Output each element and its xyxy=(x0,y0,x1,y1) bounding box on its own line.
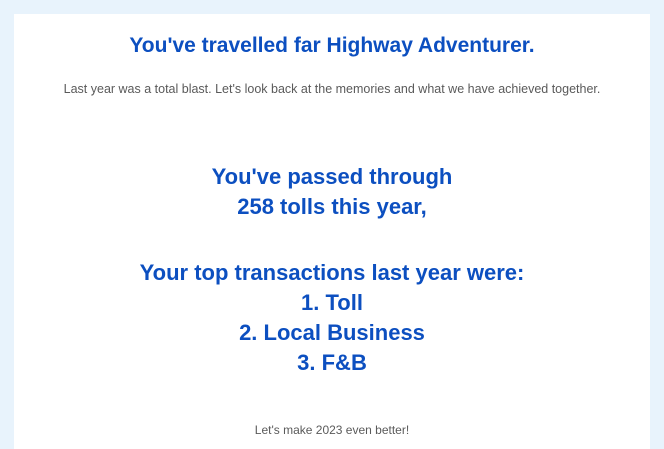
intro-text: Last year was a total blast. Let's look … xyxy=(63,82,601,96)
top-transactions-section: Your top transactions last year were: 1.… xyxy=(14,258,650,378)
top-transactions-heading: Your top transactions last year were: xyxy=(139,260,525,285)
transaction-item-fnb: 3. F&B xyxy=(297,350,367,375)
tolls-line-2: 258 tolls this year, xyxy=(237,194,427,219)
tolls-summary: You've passed through 258 tolls this yea… xyxy=(14,162,650,222)
top-transactions-list: 1. Toll 2. Local Business 3. F&B xyxy=(14,288,650,378)
headline: You've travelled far Highway Adventurer. xyxy=(129,34,535,57)
transaction-item-local-business: 2. Local Business xyxy=(239,320,425,345)
tolls-line-1: You've passed through xyxy=(211,164,453,189)
footer-text: Let's make 2023 even better! xyxy=(254,423,410,437)
recap-card: You've travelled far Highway Adventurer.… xyxy=(14,14,650,449)
transaction-item-toll: 1. Toll xyxy=(301,290,363,315)
